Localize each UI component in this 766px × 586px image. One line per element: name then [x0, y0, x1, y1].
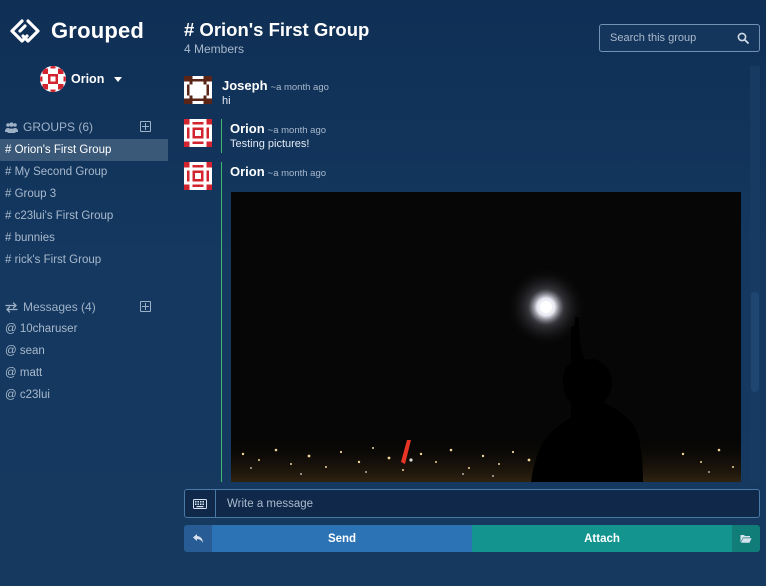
user-avatar [40, 66, 66, 92]
sidebar-item-my-second-group[interactable]: # My Second Group [0, 161, 168, 183]
reply-button[interactable] [184, 525, 212, 552]
message-time: ~a month ago [270, 82, 329, 93]
user-name: Orion [71, 72, 105, 86]
message-input[interactable] [216, 489, 759, 518]
sidebar-item-group-3[interactable]: # Group 3 [0, 183, 168, 205]
add-group-button[interactable] [140, 121, 151, 132]
member-count: 4 Members [184, 42, 245, 56]
sidebar-item-sean[interactable]: @ sean [0, 340, 168, 362]
action-bar: Send Attach [184, 525, 760, 552]
message-meta: Orion ~a month ago [230, 163, 326, 181]
message-image-attachment[interactable] [231, 192, 741, 482]
avatar[interactable] [184, 119, 212, 147]
search-icon[interactable] [737, 32, 749, 44]
avatar[interactable] [184, 162, 212, 190]
sidebar-item-orions-first-group[interactable]: # Orion's First Group [0, 139, 168, 161]
message-time: ~a month ago [267, 125, 327, 136]
message-text: hi [222, 95, 231, 107]
message-author[interactable]: Orion [230, 121, 265, 136]
night-moon-photo [231, 192, 741, 482]
sidebar-item-c23lui[interactable]: @ c23lui [0, 384, 168, 406]
groups-list: # Orion's First Group # My Second Group … [0, 139, 168, 271]
grouped-logo-icon [10, 19, 40, 43]
sidebar-item-10charuser[interactable]: @ 10charuser [0, 318, 168, 340]
message-list: Joseph ~a month ago hi Orion ~a month ago … [178, 66, 760, 482]
messages-list: @ 10charuser @ sean @ matt @ c23lui [0, 318, 168, 406]
user-menu[interactable]: Orion [40, 66, 123, 92]
app-name: Grouped [51, 18, 145, 43]
message-composer [184, 489, 760, 518]
avatar[interactable] [184, 76, 212, 104]
sidebar: Grouped Orion GROUPS (6) # Orion's First… [0, 0, 168, 586]
message-author[interactable]: Joseph [222, 78, 268, 93]
reply-icon [193, 534, 203, 543]
messages-header-label: Messages (4) [23, 300, 96, 314]
thread-line [221, 119, 222, 153]
message-author[interactable]: Orion [230, 164, 265, 179]
sidebar-item-c23luis-first-group[interactable]: # c23lui's First Group [0, 205, 168, 227]
add-message-button[interactable] [140, 301, 151, 312]
scrollbar-thumb[interactable] [751, 292, 759, 392]
sidebar-item-ricks-first-group[interactable]: # rick's First Group [0, 249, 168, 271]
keyboard-icon [193, 498, 207, 509]
message-item: Joseph ~a month ago hi [184, 76, 744, 110]
message-text: Testing pictures! [230, 138, 310, 150]
sidebar-item-bunnies[interactable]: # bunnies [0, 227, 168, 249]
thread-line [221, 162, 222, 482]
page-title: # Orion's First Group [184, 19, 370, 40]
attach-button[interactable]: Attach [472, 525, 732, 552]
groups-header: GROUPS (6) [5, 119, 153, 135]
search-box [599, 24, 760, 52]
keyboard-button[interactable] [185, 490, 216, 517]
brand[interactable]: Grouped [8, 14, 144, 48]
send-button[interactable]: Send [212, 525, 472, 552]
message-scrollbar[interactable] [750, 66, 760, 482]
search-input[interactable] [600, 31, 737, 45]
exchange-icon [5, 301, 18, 313]
message-meta: Orion ~a month ago [230, 120, 326, 138]
folder-button[interactable] [732, 525, 760, 552]
message-time: ~a month ago [267, 168, 327, 179]
chevron-down-icon [114, 76, 123, 82]
folder-open-icon [740, 535, 752, 543]
users-icon [5, 121, 18, 133]
message-meta: Joseph ~a month ago [222, 77, 329, 95]
groups-header-label: GROUPS (6) [23, 120, 94, 134]
sidebar-item-matt[interactable]: @ matt [0, 362, 168, 384]
messages-header: Messages (4) [5, 299, 153, 315]
message-item: Orion ~a month ago Testing pictures! [184, 119, 744, 153]
